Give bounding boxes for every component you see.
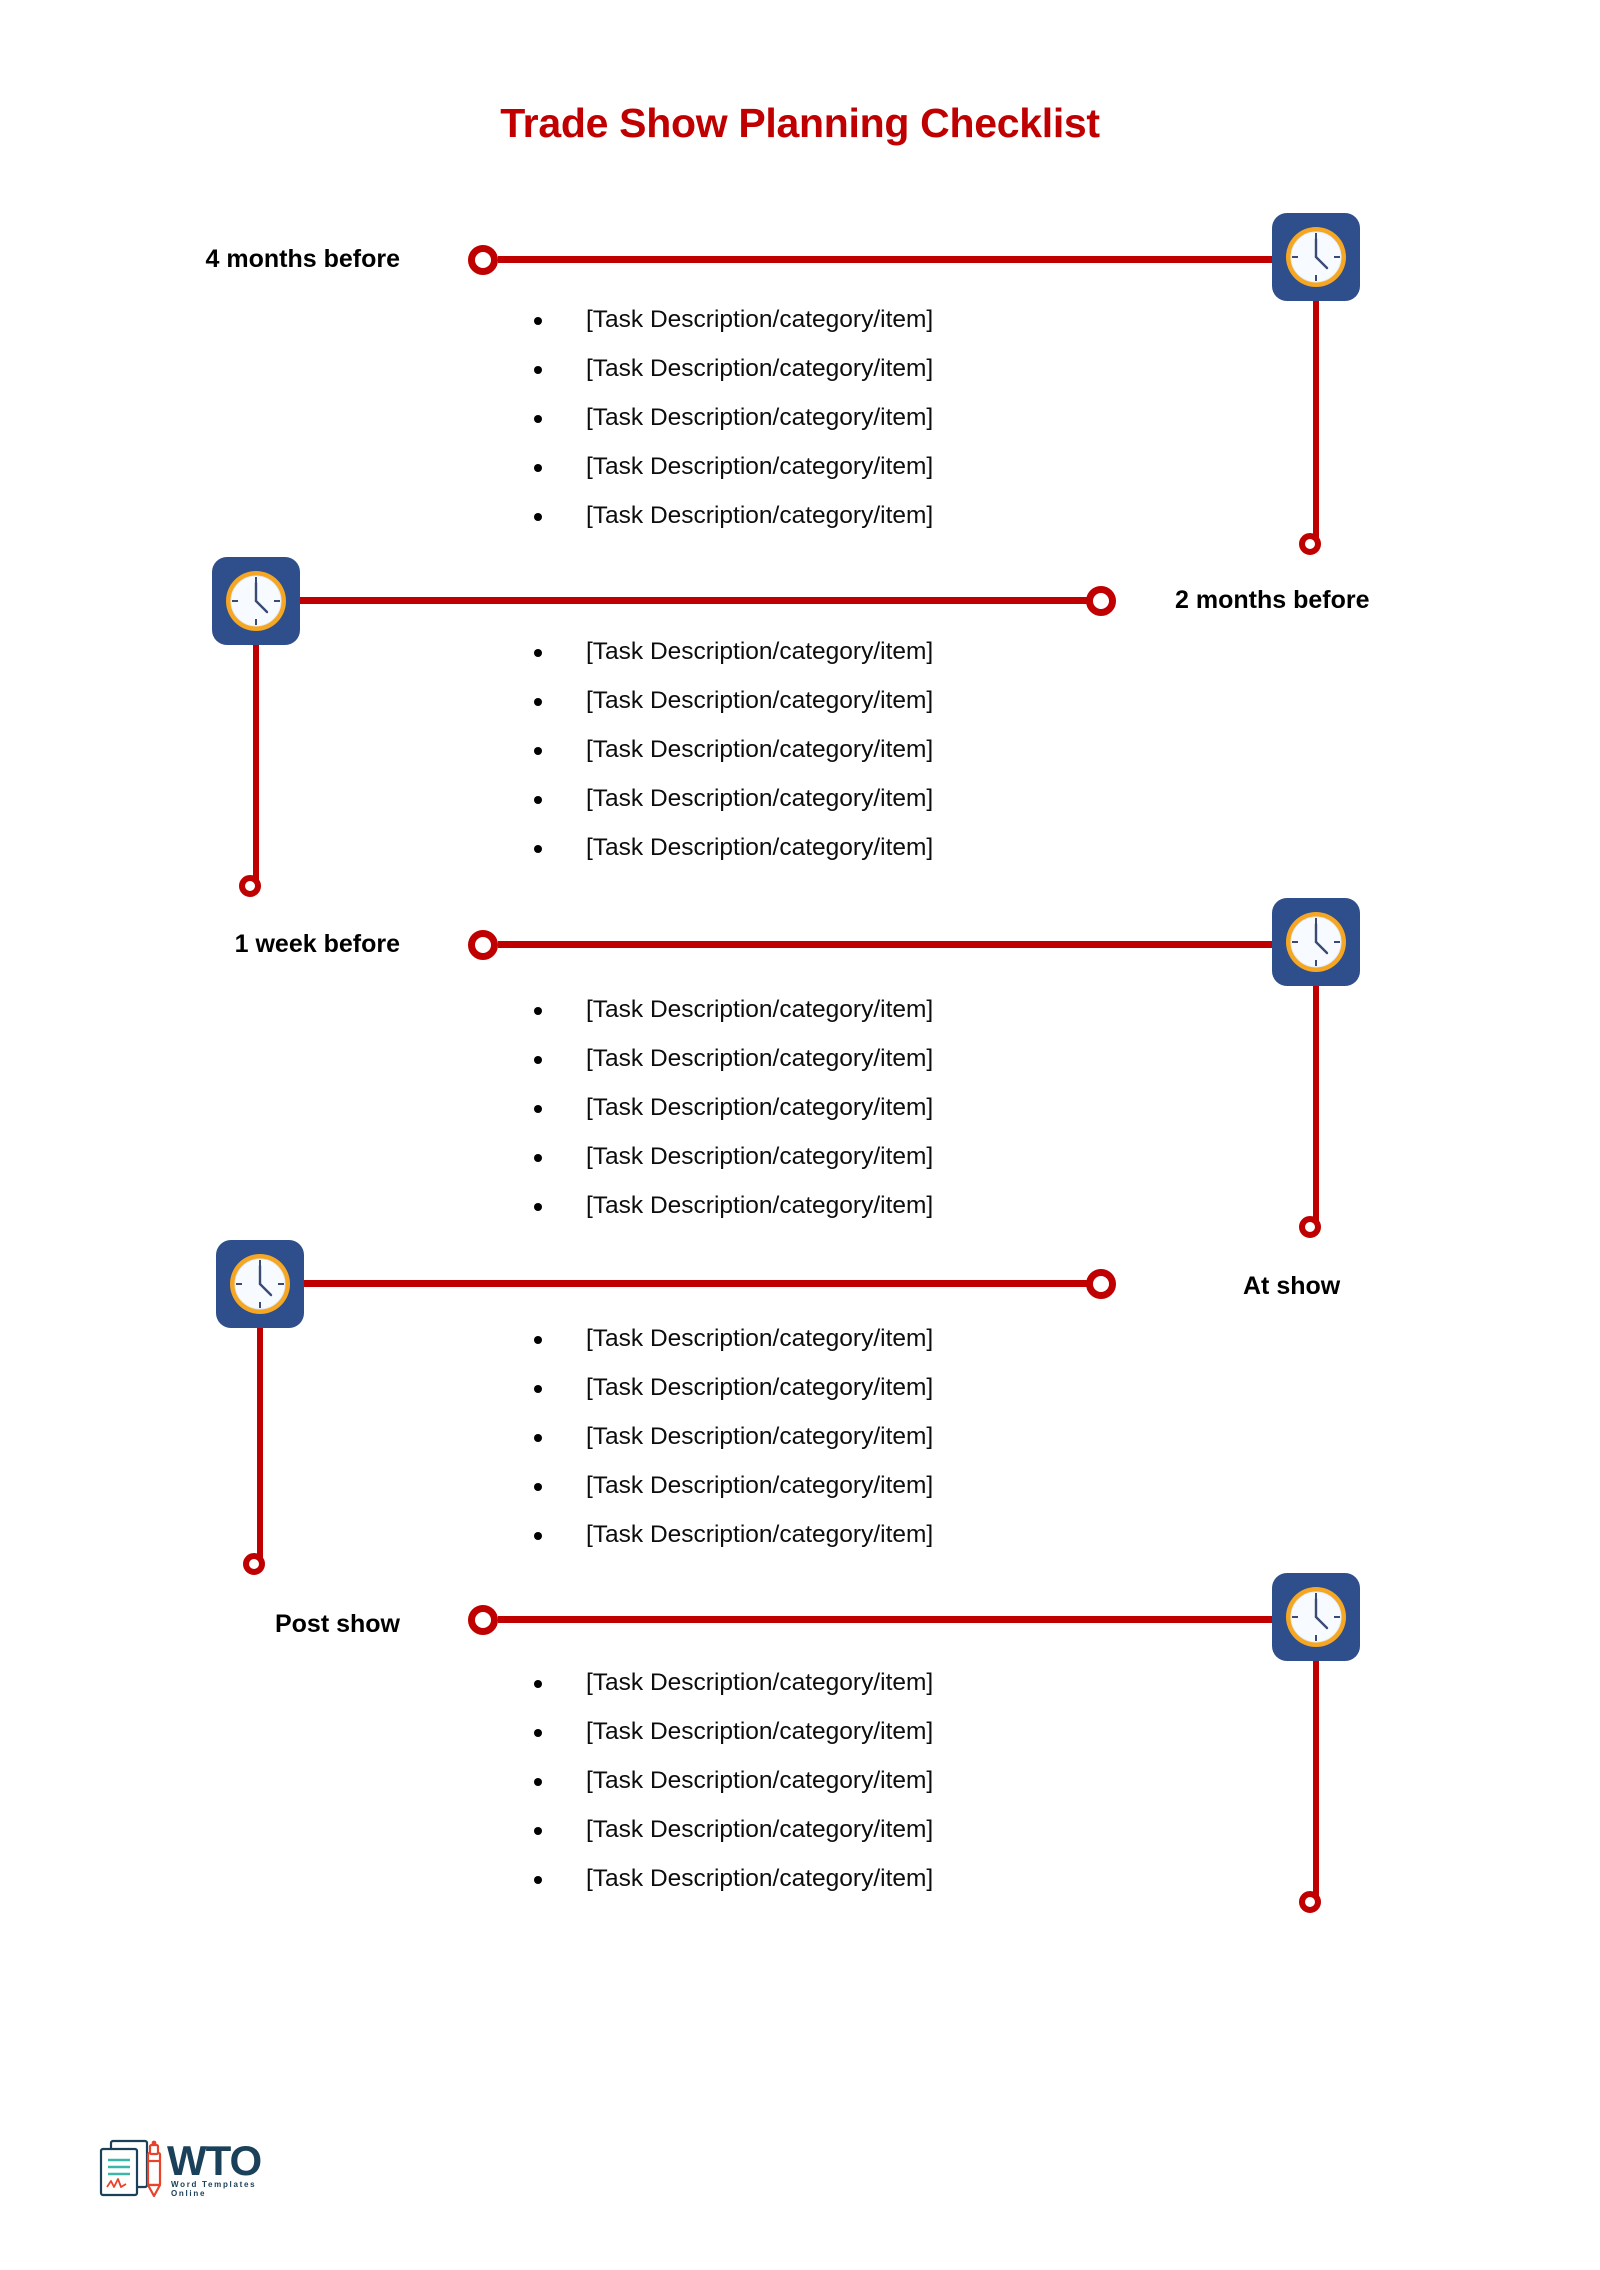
timeline-descender-4 xyxy=(1313,1661,1319,1898)
clock-face-icon xyxy=(1286,227,1346,287)
list-item[interactable]: [Task Description/category/item] xyxy=(520,393,1220,442)
list-item[interactable]: [Task Description/category/item] xyxy=(520,985,1220,1034)
clock-face-icon xyxy=(230,1254,290,1314)
list-item[interactable]: [Task Description/category/item] xyxy=(520,1314,1220,1363)
timeline-endpoint-2[interactable] xyxy=(1299,1216,1321,1238)
clock-icon-4[interactable] xyxy=(1272,1573,1360,1661)
timeline-label-0: 4 months before xyxy=(205,245,400,273)
list-item[interactable]: [Task Description/category/item] xyxy=(520,1658,1220,1707)
timeline-endpoint-4[interactable] xyxy=(1299,1891,1321,1913)
list-item[interactable]: [Task Description/category/item] xyxy=(520,491,1220,540)
timeline-endpoint-0[interactable] xyxy=(1299,533,1321,555)
list-item[interactable]: [Task Description/category/item] xyxy=(520,344,1220,393)
timeline-descender-1 xyxy=(253,645,259,882)
timeline-connector-4 xyxy=(498,1616,1280,1623)
timeline-descender-2 xyxy=(1313,986,1319,1223)
task-list-1: [Task Description/category/item] [Task D… xyxy=(520,627,1220,872)
timeline-connector-1 xyxy=(300,597,1100,604)
timeline-descender-3 xyxy=(257,1328,263,1560)
list-item[interactable]: [Task Description/category/item] xyxy=(520,627,1220,676)
list-item[interactable]: [Task Description/category/item] xyxy=(520,1363,1220,1412)
clock-icon-3[interactable] xyxy=(216,1240,304,1328)
timeline-label-4: Post show xyxy=(274,1610,400,1638)
list-item[interactable]: [Task Description/category/item] xyxy=(520,1461,1220,1510)
timeline-descender-0 xyxy=(1313,301,1319,540)
timeline-node-3[interactable] xyxy=(1086,1269,1116,1299)
timeline-connector-3 xyxy=(304,1280,1100,1287)
timeline-connector-2 xyxy=(498,941,1280,948)
timeline-label-2: 1 week before xyxy=(234,930,400,958)
task-list-0: [Task Description/category/item] [Task D… xyxy=(520,295,1220,540)
clock-icon-1[interactable] xyxy=(212,557,300,645)
task-list-2: [Task Description/category/item] [Task D… xyxy=(520,985,1220,1230)
list-item[interactable]: [Task Description/category/item] xyxy=(520,1756,1220,1805)
clock-icon-0[interactable] xyxy=(1272,213,1360,301)
task-list-3: [Task Description/category/item] [Task D… xyxy=(520,1314,1220,1559)
clock-icon-2[interactable] xyxy=(1272,898,1360,986)
wto-logo[interactable]: WTO Word Templates Online xyxy=(95,2135,295,2215)
list-item[interactable]: [Task Description/category/item] xyxy=(520,442,1220,491)
list-item[interactable]: [Task Description/category/item] xyxy=(520,1083,1220,1132)
logo-wordmark: WTO xyxy=(167,2137,262,2184)
timeline-node-0[interactable] xyxy=(468,245,498,275)
timeline-label-1: 2 months before xyxy=(1175,586,1370,614)
list-item[interactable]: [Task Description/category/item] xyxy=(520,1412,1220,1461)
timeline-node-1[interactable] xyxy=(1086,586,1116,616)
list-item[interactable]: [Task Description/category/item] xyxy=(520,1805,1220,1854)
list-item[interactable]: [Task Description/category/item] xyxy=(520,1181,1220,1230)
pen-icon xyxy=(146,2151,162,2187)
list-item[interactable]: [Task Description/category/item] xyxy=(520,823,1220,872)
clock-face-icon xyxy=(1286,912,1346,972)
timeline-node-4[interactable] xyxy=(468,1605,498,1635)
list-item[interactable]: [Task Description/category/item] xyxy=(520,1854,1220,1903)
list-item[interactable]: [Task Description/category/item] xyxy=(520,774,1220,823)
timeline-label-3: At show xyxy=(1243,1272,1341,1300)
timeline-endpoint-3[interactable] xyxy=(243,1553,265,1575)
list-item[interactable]: [Task Description/category/item] xyxy=(520,725,1220,774)
list-item[interactable]: [Task Description/category/item] xyxy=(520,1132,1220,1181)
list-item[interactable]: [Task Description/category/item] xyxy=(520,1034,1220,1083)
checklist-page: Trade Show Planning Checklist 4 months b… xyxy=(0,0,1600,2270)
clock-face-icon xyxy=(226,571,286,631)
timeline-connector-0 xyxy=(498,256,1280,263)
task-list-4: [Task Description/category/item] [Task D… xyxy=(520,1658,1220,1903)
logo-tagline: Word Templates Online xyxy=(171,2180,257,2198)
list-item[interactable]: [Task Description/category/item] xyxy=(520,295,1220,344)
timeline-node-2[interactable] xyxy=(468,930,498,960)
clock-face-icon xyxy=(1286,1587,1346,1647)
list-item[interactable]: [Task Description/category/item] xyxy=(520,676,1220,725)
timeline-endpoint-1[interactable] xyxy=(239,875,261,897)
document-icon xyxy=(99,2139,162,2198)
list-item[interactable]: [Task Description/category/item] xyxy=(520,1707,1220,1756)
list-item[interactable]: [Task Description/category/item] xyxy=(520,1510,1220,1559)
page-title: Trade Show Planning Checklist xyxy=(500,100,1100,146)
